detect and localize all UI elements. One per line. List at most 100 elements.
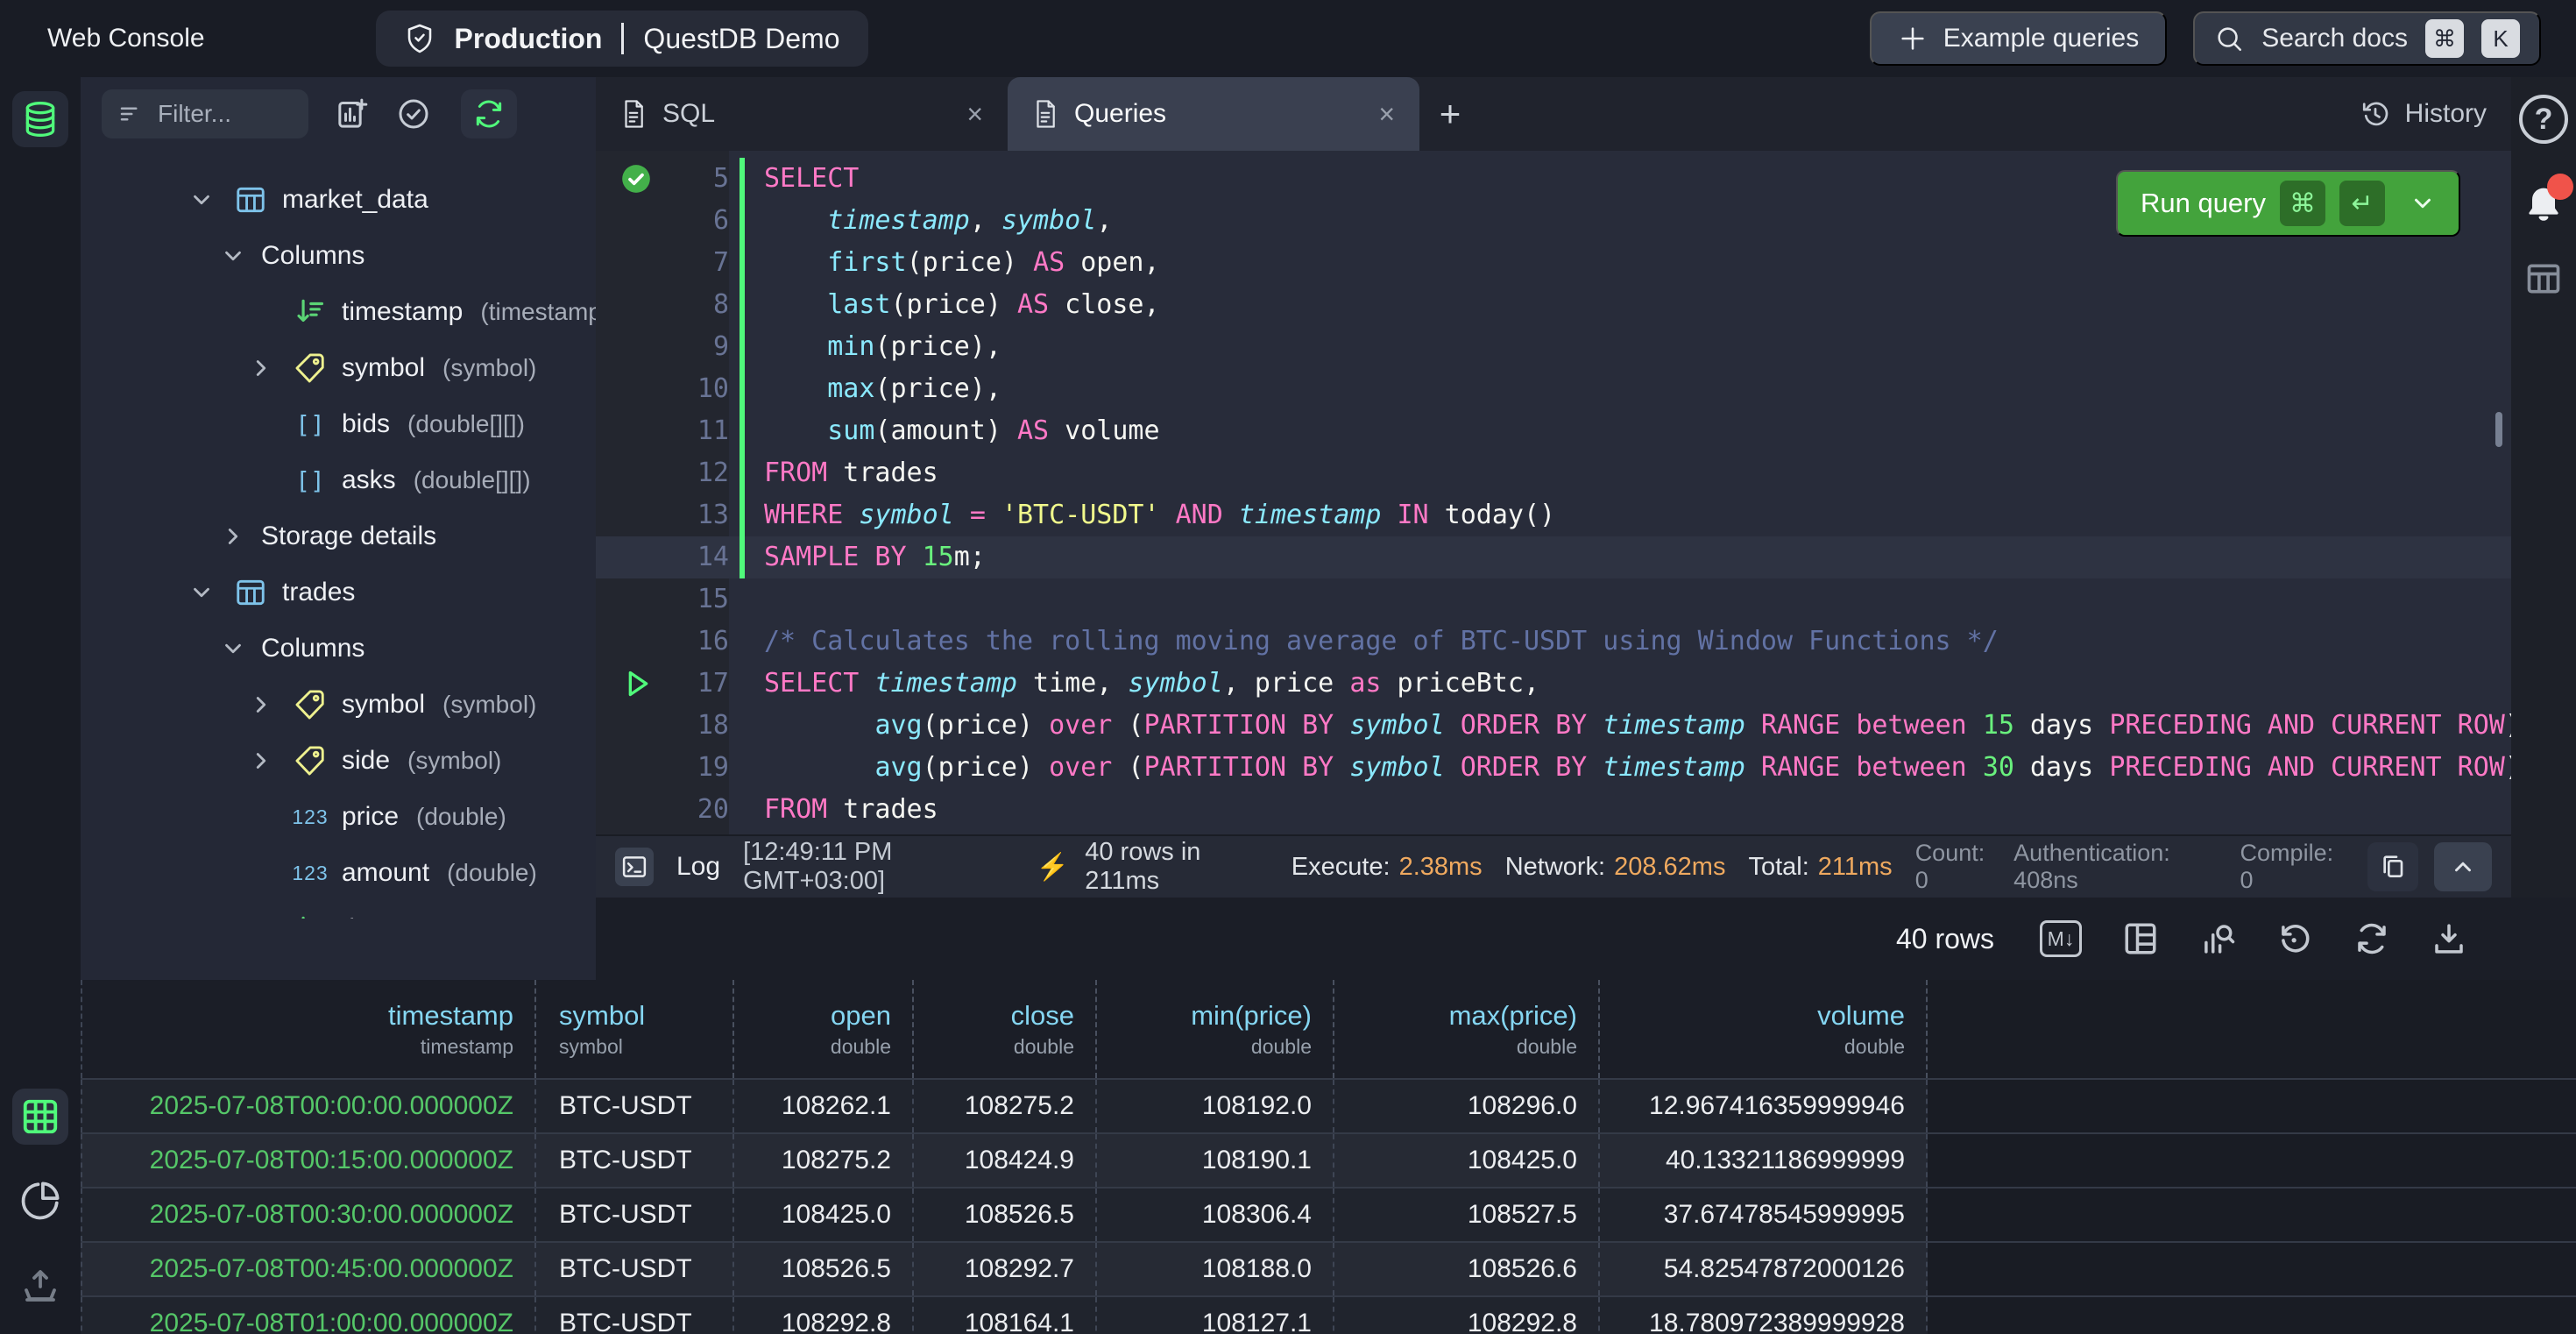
app-title: Web Console (47, 24, 205, 53)
run-line-icon[interactable] (596, 663, 676, 705)
code-line-12[interactable]: 12FROM trades (596, 452, 2511, 494)
tree-item-columns[interactable]: Columns (81, 621, 596, 677)
table-row[interactable]: 2025-07-08T00:15:00.000000ZBTC-USDT10827… (81, 1132, 2576, 1187)
search-docs-button[interactable]: Search docs ⌘ K (2193, 11, 2541, 66)
datagrid-panel-icon[interactable] (2524, 259, 2563, 298)
close-tab-icon[interactable]: × (1378, 98, 1395, 131)
tag-icon (289, 744, 331, 777)
column-header-open[interactable]: opendouble (734, 980, 914, 1078)
table-row[interactable]: 2025-07-08T01:00:00.000000ZBTC-USDT10829… (81, 1295, 2576, 1334)
code-line-11[interactable]: 11 sum(amount) AS volume (596, 410, 2511, 452)
copy-log-button[interactable] (2367, 842, 2418, 891)
pie-chart-icon[interactable] (12, 1173, 68, 1229)
code-line-9[interactable]: 9 min(price), (596, 326, 2511, 368)
table-row[interactable]: 2025-07-08T00:30:00.000000ZBTC-USDT10842… (81, 1187, 2576, 1241)
markdown-export-icon[interactable]: M↓ (2040, 920, 2082, 957)
example-queries-button[interactable]: Example queries (1870, 11, 2167, 66)
query-success-icon[interactable] (596, 158, 676, 200)
column-header-symbol[interactable]: symbolsymbol (536, 980, 734, 1078)
collapse-log-button[interactable] (2434, 842, 2492, 891)
tree-item-price[interactable]: 123price(double) (81, 789, 596, 845)
column-header-min-price-[interactable]: min(price)double (1097, 980, 1334, 1078)
tree-item-trades[interactable]: trades (81, 564, 596, 621)
code-line-20[interactable]: 20FROM trades (596, 789, 2511, 831)
code-line-10[interactable]: 10 max(price), (596, 368, 2511, 410)
tab-queries[interactable]: Queries × (1008, 77, 1419, 151)
sql-editor[interactable]: 5SELECT6 timestamp, symbol,7 first(price… (596, 151, 2511, 834)
help-icon[interactable]: ? (2519, 95, 2568, 144)
filter-icon (117, 101, 144, 127)
tree-item-bids[interactable]: []bids(double[][]) (81, 396, 596, 452)
chevron-down-icon[interactable] (184, 575, 219, 610)
close-tab-icon[interactable]: × (966, 98, 983, 131)
query-history-icon[interactable] (2276, 920, 2313, 957)
tab-sql[interactable]: SQL × (596, 77, 1008, 151)
tree-item-label: Columns (261, 634, 364, 663)
tree-item-symbol[interactable]: symbol(symbol) (81, 677, 596, 733)
check-circle-icon[interactable] (396, 96, 431, 131)
chevron-right-icon[interactable] (244, 351, 279, 386)
tree-item-market-data[interactable]: market_data (81, 172, 596, 228)
refresh-schema-button[interactable] (461, 89, 517, 138)
chevron-slot (244, 855, 279, 891)
code-line-16[interactable]: 16/* Calculates the rolling moving avera… (596, 621, 2511, 663)
tree-item-label: price (342, 802, 399, 832)
code-line-18[interactable]: 18 avg(price) over (PARTITION BY symbol … (596, 705, 2511, 747)
column-header-volume[interactable]: volumedouble (1600, 980, 1928, 1078)
table-row[interactable]: 2025-07-08T00:45:00.000000ZBTC-USDT10852… (81, 1241, 2576, 1295)
import-upload-icon[interactable] (12, 1257, 68, 1313)
chevron-right-icon[interactable] (244, 743, 279, 778)
table-row[interactable]: 2025-07-08T00:00:00.000000ZBTC-USDT10826… (81, 1078, 2576, 1132)
chevron-right-icon[interactable] (244, 687, 279, 722)
chevron-down-icon[interactable] (2410, 190, 2436, 216)
run-query-button[interactable]: Run query ⌘ ↵ (2116, 170, 2460, 237)
filter-input[interactable]: Filter... (102, 89, 308, 138)
log-execute: Execute:2.38ms (1292, 853, 1483, 882)
tree-item-timestamp[interactable]: timestamp(timestamp) (81, 901, 596, 919)
create-table-icon[interactable] (335, 96, 370, 131)
code-line-19[interactable]: 19 avg(price) over (PARTITION BY symbol … (596, 747, 2511, 789)
table-icon (230, 183, 272, 216)
download-icon[interactable] (2431, 920, 2467, 957)
tree-item-side[interactable]: side(symbol) (81, 733, 596, 789)
cell-max-price-: 108296.0 (1334, 1080, 1600, 1132)
code-line-13[interactable]: 13WHERE symbol = 'BTC-USDT' AND timestam… (596, 494, 2511, 536)
grid-layout-icon[interactable] (2122, 920, 2159, 957)
tree-item-storage-details[interactable]: Storage details (81, 508, 596, 564)
tree-item-symbol[interactable]: symbol(symbol) (81, 340, 596, 396)
code-line-7[interactable]: 7 first(price) AS open, (596, 242, 2511, 284)
visualization-icon[interactable] (2199, 920, 2236, 957)
cell-min-price-: 108188.0 (1097, 1243, 1334, 1295)
tree-item-asks[interactable]: []asks(double[][]) (81, 452, 596, 508)
code-line-14[interactable]: 14SAMPLE BY 15m; (596, 536, 2511, 578)
line-number: 6 (676, 200, 729, 242)
chevron-right-icon[interactable] (216, 519, 251, 554)
refresh-results-icon[interactable] (2353, 920, 2390, 957)
chevron-down-icon[interactable] (216, 238, 251, 273)
log-count: Count: 0 (1915, 840, 1998, 894)
database-nav-icon[interactable] (12, 91, 68, 147)
column-header-close[interactable]: closedouble (914, 980, 1097, 1078)
column-header-max-price-[interactable]: max(price)double (1334, 980, 1600, 1078)
chevron-down-icon[interactable] (216, 631, 251, 666)
history-button[interactable]: History (2360, 98, 2487, 130)
instance-badge[interactable]: Production QuestDB Demo (376, 11, 868, 67)
instance-name: QuestDB Demo (643, 23, 839, 55)
code-line-17[interactable]: 17SELECT timestamp time, symbol, price a… (596, 663, 2511, 705)
cell-close: 108292.7 (914, 1243, 1097, 1295)
tree-item-timestamp[interactable]: timestamp(timestamp) (81, 284, 596, 340)
add-tab-button[interactable]: + (1419, 93, 1481, 135)
tree-item-amount[interactable]: 123amount(double) (81, 845, 596, 901)
editor-scrollbar[interactable] (2495, 412, 2502, 447)
tree-item-columns[interactable]: Columns (81, 228, 596, 284)
log-label[interactable]: Log (676, 852, 720, 882)
code-line-8[interactable]: 8 last(price) AS close, (596, 284, 2511, 326)
marker-slot (596, 242, 676, 284)
chevron-down-icon[interactable] (184, 182, 219, 217)
code-text: /* Calculates the rolling moving average… (740, 621, 2511, 663)
log-network: Network:208.62ms (1505, 853, 1726, 882)
column-header-timestamp[interactable]: timestamptimestamp (81, 980, 536, 1078)
notifications-bell-icon[interactable] (2523, 181, 2565, 223)
code-line-15[interactable]: 15 (596, 578, 2511, 621)
grid-view-icon[interactable] (12, 1089, 68, 1145)
